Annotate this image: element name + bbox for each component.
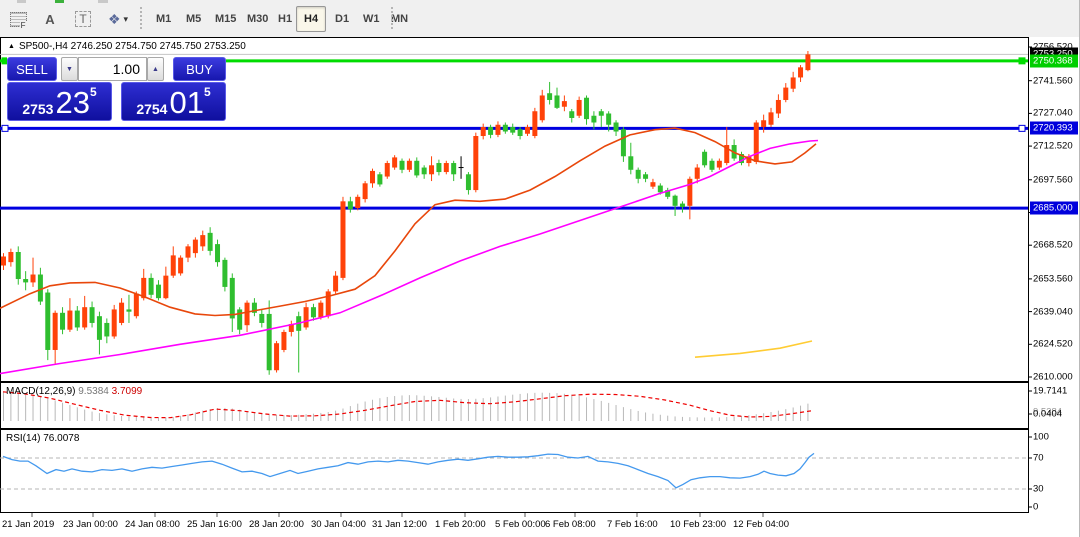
macd-signal-value: 3.7099 bbox=[112, 386, 143, 397]
rsi-panel[interactable] bbox=[0, 429, 1029, 513]
buy-button[interactable]: BUY bbox=[173, 57, 226, 81]
timeframe-button-h4[interactable]: H4 bbox=[296, 6, 326, 32]
price-axis-label: 2697.560 bbox=[1033, 174, 1073, 185]
sell-price-box[interactable]: 2753235 bbox=[7, 82, 112, 121]
toolbar-separator bbox=[391, 7, 396, 29]
font-a-icon: A bbox=[45, 12, 54, 27]
profiles-grid-icon: F bbox=[10, 12, 27, 27]
text-label-tool-button[interactable]: T bbox=[68, 6, 98, 32]
time-axis-label: 25 Jan 16:00 bbox=[187, 519, 242, 530]
buy-price-big: 01 bbox=[169, 89, 203, 117]
timeframe-button-d1[interactable]: D1 bbox=[327, 6, 357, 32]
timeframe-button-m1[interactable]: M1 bbox=[148, 6, 179, 32]
timeframe-button-mn[interactable]: MN bbox=[383, 6, 416, 32]
time-axis-label: 1 Feb 20:00 bbox=[435, 519, 486, 530]
timeframe-button-m5[interactable]: M5 bbox=[178, 6, 209, 32]
macd-axis-bottom: 0.0404 bbox=[1033, 409, 1062, 420]
buy-price-pip: 5 bbox=[204, 87, 211, 97]
price-badge: 2720.393 bbox=[1030, 122, 1078, 135]
toolbar-overflow-sliver2 bbox=[98, 0, 108, 3]
rsi-axis-label: 30 bbox=[1033, 484, 1044, 495]
rsi-value: 76.0078 bbox=[43, 433, 79, 444]
font-button[interactable]: A bbox=[36, 6, 64, 32]
volume-increase-button[interactable]: ▲ bbox=[147, 57, 164, 81]
time-axis-label: 23 Jan 00:00 bbox=[63, 519, 118, 530]
profiles-button[interactable]: F bbox=[4, 6, 32, 32]
toolbar-overflow-sliver-green bbox=[55, 0, 64, 3]
chart-title: ▲SP500-,H4 2746.250 2754.750 2745.750 27… bbox=[8, 41, 246, 52]
time-axis-label: 7 Feb 16:00 bbox=[607, 519, 658, 530]
macd-label: MACD(12,26,9) 9.5384 3.7099 bbox=[6, 386, 142, 397]
price-axis-label: 2727.040 bbox=[1033, 108, 1073, 119]
time-axis-label: 24 Jan 08:00 bbox=[125, 519, 180, 530]
price-badge: 2685.000 bbox=[1030, 202, 1078, 215]
toolbar-overflow-sliver bbox=[17, 0, 26, 3]
macd-main-value: 9.5384 bbox=[78, 386, 109, 397]
sell-button[interactable]: SELL bbox=[7, 57, 57, 81]
symbol-arrow-icon: ▲ bbox=[8, 43, 15, 50]
price-axis-label: 2668.520 bbox=[1033, 240, 1073, 251]
time-axis-label: 21 Jan 2019 bbox=[2, 519, 54, 530]
time-axis-label: 28 Jan 20:00 bbox=[249, 519, 304, 530]
one-click-trading-widget: SELL ▼ ▲ BUY 2753235 2754015 bbox=[7, 55, 226, 121]
sell-price-big: 23 bbox=[55, 89, 89, 117]
price-axis-label: 2624.520 bbox=[1033, 339, 1073, 350]
time-axis-label: 5 Feb 00:00 bbox=[495, 519, 546, 530]
time-axis-label: 6 Feb 08:00 bbox=[545, 519, 596, 530]
price-axis-label: 2610.000 bbox=[1033, 372, 1073, 383]
price-axis-label: 2741.560 bbox=[1033, 75, 1073, 86]
time-axis-label: 31 Jan 12:00 bbox=[372, 519, 427, 530]
price-axis-label: 2712.520 bbox=[1033, 141, 1073, 152]
sell-price-stem: 2753 bbox=[22, 101, 53, 117]
price-axis-label: 2639.040 bbox=[1033, 306, 1073, 317]
time-axis-label: 12 Feb 04:00 bbox=[733, 519, 789, 530]
rsi-axis-label: 100 bbox=[1033, 432, 1049, 443]
rsi-label: RSI(14) 76.0078 bbox=[6, 433, 79, 444]
line-studies-button[interactable]: ❖ ▾ bbox=[100, 6, 136, 32]
toolbar-separator bbox=[140, 7, 145, 29]
volume-input[interactable] bbox=[78, 57, 147, 81]
buy-price-stem: 2754 bbox=[136, 101, 167, 117]
toolbar: F A T ❖ ▾ M1M5M15M30H1H4D1W1MN bbox=[0, 0, 1080, 37]
trading-terminal-window: F A T ❖ ▾ M1M5M15M30H1H4D1W1MN ▲SP500-,H… bbox=[0, 0, 1080, 537]
buy-price-box[interactable]: 2754015 bbox=[121, 82, 226, 121]
volume-decrease-button[interactable]: ▼ bbox=[61, 57, 78, 81]
price-axis-label: 2653.560 bbox=[1033, 273, 1073, 284]
text-box-icon: T bbox=[75, 11, 90, 27]
price-badge: 2750.368 bbox=[1030, 54, 1078, 67]
macd-axis-top: 19.7141 bbox=[1033, 386, 1067, 397]
macd-panel[interactable] bbox=[0, 382, 1029, 429]
rsi-axis-label: 70 bbox=[1033, 453, 1044, 464]
line-studies-icon: ❖ bbox=[108, 11, 121, 28]
time-axis-label: 10 Feb 23:00 bbox=[670, 519, 726, 530]
sell-price-pip: 5 bbox=[90, 87, 97, 97]
time-axis-label: 30 Jan 04:00 bbox=[311, 519, 366, 530]
dropdown-caret-icon: ▾ bbox=[124, 14, 129, 25]
rsi-axis-label: 0 bbox=[1033, 502, 1038, 513]
